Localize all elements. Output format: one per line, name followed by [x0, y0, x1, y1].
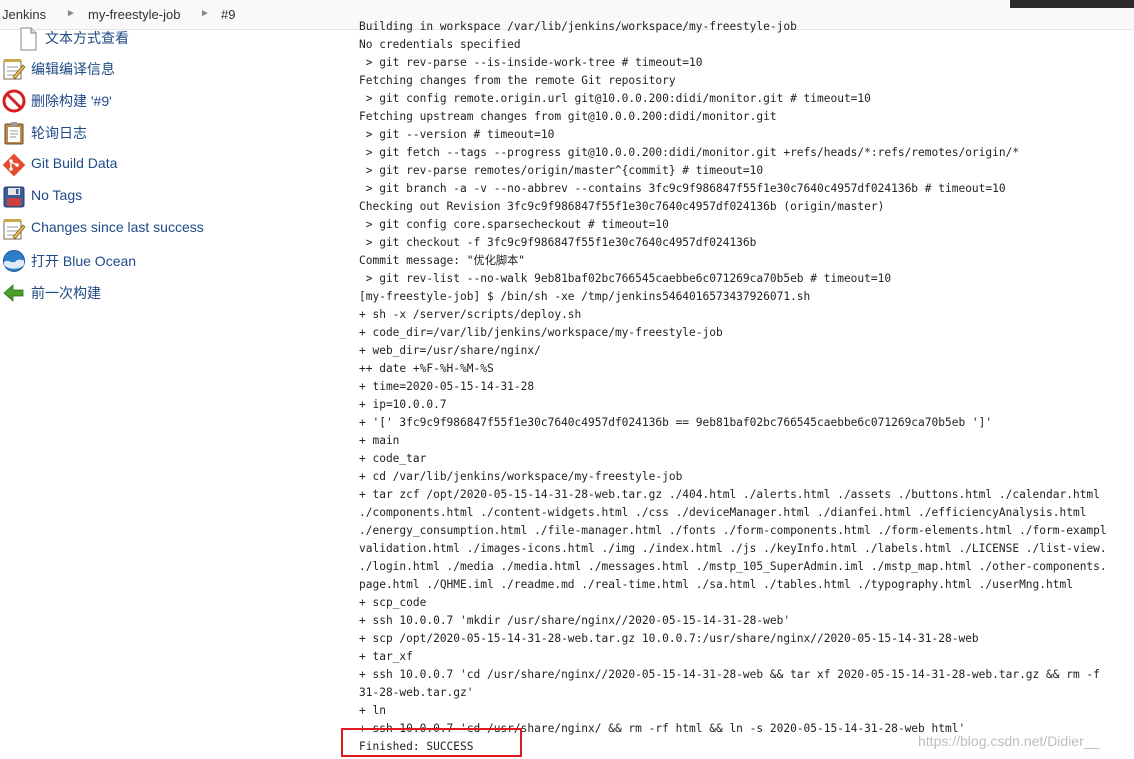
console-line: > git rev-parse --is-inside-work-tree # … [359, 56, 703, 69]
console-line: + cd /var/lib/jenkins/workspace/my-frees… [359, 470, 683, 483]
console-line: + main [359, 434, 400, 447]
console-line: > git rev-list --no-walk 9eb81baf02bc766… [359, 272, 892, 285]
console-line: ./login.html ./media ./media.html ./mess… [359, 560, 1107, 573]
console-line: ./components.html ./content-widgets.html… [359, 506, 1087, 519]
console-line: + code_dir=/var/lib/jenkins/workspace/my… [359, 326, 723, 339]
breadcrumb-chevron-icon: ► [200, 8, 210, 19]
console-line: No credentials specified [359, 38, 521, 51]
console-line: 31-28-web.tar.gz' [359, 686, 474, 699]
clipboard-icon [4, 122, 24, 145]
console-line: ++ date +%F-%H-%M-%S [359, 362, 494, 375]
sidebar-item-delete-build[interactable]: 删除构建 '#9' [2, 88, 322, 114]
console-line: > git checkout -f 3fc9c9f986847f55f1e30c… [359, 236, 757, 249]
sidebar-item-label: No Tags [31, 187, 83, 203]
sidebar-item-label: 轮询日志 [31, 125, 87, 141]
sidebar-item-console-text[interactable]: 文本方式查看 [2, 26, 322, 52]
blue-ocean-icon [3, 250, 25, 272]
console-line: + scp_code [359, 596, 427, 609]
console-output: Building in workspace /var/lib/jenkins/w… [359, 20, 1134, 759]
sidebar-item-polling-log[interactable]: 轮询日志 [2, 120, 322, 146]
console-line: Building in workspace /var/lib/jenkins/w… [359, 20, 797, 33]
no-entry-icon [2, 89, 26, 113]
success-highlight-box [341, 728, 522, 757]
sidebar-item-label: 删除构建 '#9' [31, 93, 112, 109]
console-line: validation.html ./images-icons.html ./im… [359, 542, 1107, 555]
console-line: + code_tar [359, 452, 427, 465]
console-line: + ip=10.0.0.7 [359, 398, 447, 411]
sidebar-item-label: 打开 Blue Ocean [31, 253, 137, 269]
sidebar-item-no-tags[interactable]: No Tags [2, 184, 322, 210]
sidebar-item-edit-build-info[interactable]: 编辑编译信息 [2, 56, 322, 82]
breadcrumb-jenkins[interactable]: Jenkins [2, 7, 46, 22]
console-line: page.html ./QHME.iml ./readme.md ./real-… [359, 578, 1073, 591]
sidebar-item-changes-since-last-success[interactable]: Changes since last success [2, 216, 322, 242]
console-line: + time=2020-05-15-14-31-28 [359, 380, 535, 393]
console-line: Fetching changes from the remote Git rep… [359, 74, 676, 87]
arrow-left-icon [3, 284, 24, 302]
console-line: ./energy_consumption.html ./file-manager… [359, 524, 1107, 537]
console-line: + ssh 10.0.0.7 'mkdir /usr/share/nginx//… [359, 614, 791, 627]
console-line: + '[' 3fc9c9f986847f55f1e30c7640c4957df0… [359, 416, 993, 429]
notepad-edit-icon [3, 59, 26, 80]
console-line: + ssh 10.0.0.7 'cd /usr/share/nginx//202… [359, 668, 1100, 681]
console-line: Fetching upstream changes from git@10.0.… [359, 110, 777, 123]
sidebar-item-label: 编辑编译信息 [31, 61, 115, 77]
console-line: + tar_xf [359, 650, 413, 663]
console-line: > git config remote.origin.url git@10.0.… [359, 92, 871, 105]
notepad-edit-icon [3, 219, 26, 240]
console-line: > git branch -a -v --no-abbrev --contain… [359, 182, 1006, 195]
console-line: > git config core.sparsecheckout # timeo… [359, 218, 669, 231]
console-line: + tar zcf /opt/2020-05-15-14-31-28-web.t… [359, 488, 1100, 501]
console-line: > git --version # timeout=10 [359, 128, 555, 141]
console-line: > git rev-parse remotes/origin/master^{c… [359, 164, 764, 177]
breadcrumb-chevron-icon: ► [66, 8, 76, 19]
sidebar-item-label: 前一次构建 [31, 285, 101, 301]
console-line: + scp /opt/2020-05-15-14-31-28-web.tar.g… [359, 632, 979, 645]
sidebar-item-git-build-data[interactable]: Git Build Data [2, 152, 322, 178]
console-line: + sh -x /server/scripts/deploy.sh [359, 308, 582, 321]
sidebar-item-previous-build[interactable]: 前一次构建 [2, 280, 322, 306]
watermark: https://blog.csdn.net/Didier__ [918, 733, 1100, 749]
sidebar-item-label: Changes since last success [31, 219, 204, 235]
document-icon [20, 27, 37, 51]
console-line: + ln [359, 704, 386, 717]
console-line: + web_dir=/usr/share/nginx/ [359, 344, 541, 357]
sidebar-item-label: 文本方式查看 [45, 30, 129, 46]
console-line: > git fetch --tags --progress git@10.0.0… [359, 146, 1020, 159]
breadcrumb-build[interactable]: #9 [221, 7, 235, 22]
git-icon [2, 153, 26, 177]
console-line: Commit message: "优化脚本" [359, 254, 525, 267]
console-line: Checking out Revision 3fc9c9f986847f55f1… [359, 200, 885, 213]
window-edge [1010, 0, 1134, 8]
breadcrumb-job[interactable]: my-freestyle-job [88, 7, 180, 22]
sidebar-item-open-blue-ocean[interactable]: 打开 Blue Ocean [2, 248, 322, 274]
floppy-disk-icon [3, 186, 25, 208]
sidebar-item-label: Git Build Data [31, 155, 118, 171]
console-line: [my-freestyle-job] $ /bin/sh -xe /tmp/je… [359, 290, 811, 303]
